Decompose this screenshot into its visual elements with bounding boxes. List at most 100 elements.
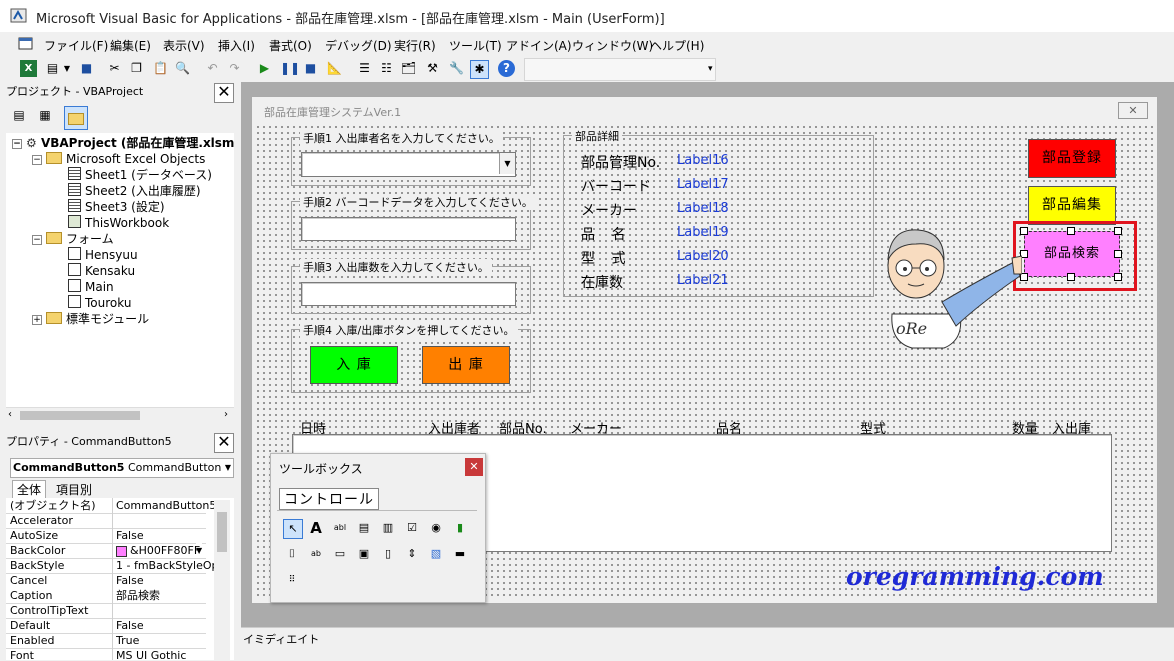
detail-value-maker[interactable]: Label18 [677, 201, 729, 216]
menu-insert[interactable]: 挿入(I) [218, 37, 255, 54]
reset-icon[interactable]: ■ [302, 60, 319, 77]
properties-window-icon[interactable]: ☷ [378, 60, 395, 77]
pointer-tool-icon[interactable]: ↖ [283, 519, 303, 539]
frame-tool-icon[interactable]: ⌷ [283, 545, 301, 563]
tree-form-main[interactable]: Main [68, 279, 114, 295]
tree-form-hensyuu[interactable]: Hensyuu [68, 247, 138, 263]
paste-icon[interactable]: 📋 [152, 60, 169, 77]
tree-sheet1[interactable]: Sheet1 (データベース) [68, 167, 212, 183]
search-part-button[interactable]: 部品検索 [1024, 231, 1120, 277]
menu-addins[interactable]: アドイン(A) [506, 37, 572, 54]
object-browser-icon[interactable]: 🗂 [400, 60, 417, 77]
tools-icon[interactable]: 🔧 [448, 60, 465, 77]
combobox-tool-icon[interactable]: ▤ [355, 519, 373, 537]
tree-form-kensaku[interactable]: Kensaku [68, 263, 135, 279]
property-row[interactable]: (オブジェクト名) CommandButton5 [6, 498, 214, 514]
detail-value-model[interactable]: Label20 [677, 249, 729, 264]
tree-sheet3[interactable]: Sheet3 (設定) [68, 199, 165, 215]
toolbox-tab-controls[interactable]: コントロール [279, 488, 379, 510]
property-row[interactable]: Accelerator [6, 513, 206, 529]
property-row[interactable]: ControlTipText [6, 603, 206, 619]
stock-in-button[interactable]: 入 庫 [310, 346, 398, 384]
resize-handle[interactable] [1067, 227, 1075, 235]
menu-help[interactable]: ヘルプ(H) [650, 37, 704, 54]
properties-close-icon[interactable]: ✕ [214, 433, 234, 453]
tab-category[interactable]: 項目別 [56, 481, 92, 498]
property-row[interactable]: Cancel False [6, 573, 206, 589]
property-row[interactable]: ▼ BackColor &H00FF80FF [6, 543, 206, 559]
tree-hscrollbar[interactable]: ‹ › [6, 407, 234, 424]
property-value[interactable]: 1 - fmBackStyleOp [116, 558, 214, 573]
combo-dropdown-icon[interactable]: ▼ [499, 153, 515, 174]
commandbutton-tool-icon[interactable]: ab [307, 545, 325, 563]
more-controls-icon[interactable]: ⠿ [283, 571, 301, 589]
edit-part-button[interactable]: 部品編集 [1028, 186, 1116, 225]
tabstrip-tool-icon[interactable]: ▭ [331, 545, 349, 563]
immediate-pane[interactable]: イミディエイト [241, 627, 1174, 661]
multipage-tool-icon[interactable]: ▣ [355, 545, 373, 563]
property-row[interactable]: Enabled True [6, 633, 206, 649]
toolbar-overflow-icon[interactable]: ▾ [708, 64, 713, 74]
excel-view-icon[interactable]: X [20, 60, 37, 77]
menu-format[interactable]: 書式(O) [269, 37, 312, 54]
menu-window[interactable]: ウィンドウ(W) [572, 37, 653, 54]
userform-close-icon[interactable]: ✕ [1118, 102, 1148, 119]
run-icon[interactable]: ▶ [256, 60, 273, 77]
menu-edit[interactable]: 編集(E) [110, 37, 151, 54]
detail-value-partno[interactable]: Label16 [677, 153, 729, 168]
textbox-tool-icon[interactable]: abl [331, 519, 349, 537]
undo-icon[interactable]: ↶ [204, 60, 221, 77]
quantity-textbox[interactable] [301, 282, 516, 306]
save-icon[interactable]: ■ [78, 60, 95, 77]
resize-handle[interactable] [1114, 250, 1122, 258]
tree-modules-folder[interactable]: + 標準モジュール [32, 311, 149, 327]
object-selector[interactable]: CommandButton5 CommandButton ▼ [10, 458, 234, 478]
tree-form-touroku[interactable]: Touroku [68, 295, 131, 311]
property-row[interactable]: BackStyle 1 - fmBackStyleOp [6, 558, 214, 574]
image-tool-icon[interactable]: ▧ [427, 545, 445, 563]
dropdown-arrow-icon[interactable]: ▼ [62, 60, 72, 77]
property-value[interactable]: &H00FF80FF [130, 543, 206, 558]
cut-icon[interactable]: ✂ [106, 60, 123, 77]
property-value[interactable]: MS UI Gothic [116, 648, 214, 660]
label-tool-icon[interactable]: A [307, 519, 325, 537]
view-object-icon[interactable]: ▦ [36, 108, 54, 126]
refedit-tool-icon[interactable]: ▬ [451, 545, 469, 563]
stock-out-button[interactable]: 出 庫 [422, 346, 510, 384]
togglebutton-tool-icon[interactable]: ▮ [451, 519, 469, 537]
menu-tools[interactable]: ツール(T) [449, 37, 502, 54]
menu-run[interactable]: 実行(R) [394, 37, 436, 54]
operator-combobox[interactable]: ▼ [301, 152, 516, 177]
resize-handle[interactable] [1114, 227, 1122, 235]
form-menu-icon[interactable] [18, 36, 34, 52]
menu-view[interactable]: 表示(V) [163, 37, 205, 54]
property-value[interactable]: False [116, 528, 214, 543]
resize-handle[interactable] [1114, 273, 1122, 281]
project-explorer-icon[interactable]: ☰ [356, 60, 373, 77]
copy-icon[interactable]: ❐ [128, 60, 145, 77]
checkbox-tool-icon[interactable]: ☑ [403, 519, 421, 537]
object-dropdown-icon[interactable]: ▼ [225, 459, 231, 477]
property-row[interactable]: Caption 部品検索 [6, 588, 206, 604]
tree-thisworkbook[interactable]: ThisWorkbook [68, 215, 169, 231]
props-scroll-thumb[interactable] [217, 512, 227, 552]
insert-userform-icon[interactable]: ▤ [44, 60, 61, 77]
toolbox-close-icon[interactable]: ✕ [465, 458, 483, 476]
tree-forms-folder[interactable]: − フォーム [32, 231, 114, 247]
menu-file[interactable]: ファイル(F) [44, 37, 108, 54]
optionbutton-tool-icon[interactable]: ◉ [427, 519, 445, 537]
scroll-left-icon[interactable]: ‹ [8, 409, 12, 420]
toolbox-toggle-icon[interactable]: ✱ [470, 60, 489, 79]
tree-sheet2[interactable]: Sheet2 (入出庫履歴) [68, 183, 201, 199]
scrollbar-tool-icon[interactable]: ▯ [379, 545, 397, 563]
property-row[interactable]: Font MS UI Gothic [6, 648, 206, 660]
props-vscrollbar[interactable] [214, 500, 230, 660]
property-row[interactable]: AutoSize False [6, 528, 206, 544]
tree-excel-objects[interactable]: − Microsoft Excel Objects [32, 151, 205, 167]
tree-root[interactable]: − ⚙ VBAProject (部品在庫管理.xlsm [12, 135, 234, 151]
help-icon[interactable]: ? [498, 60, 515, 77]
spinbutton-tool-icon[interactable]: ⇕ [403, 545, 421, 563]
break-icon[interactable]: ❚❚ [280, 60, 300, 77]
resize-handle[interactable] [1067, 273, 1075, 281]
design-mode-icon[interactable]: 📐 [326, 60, 343, 77]
